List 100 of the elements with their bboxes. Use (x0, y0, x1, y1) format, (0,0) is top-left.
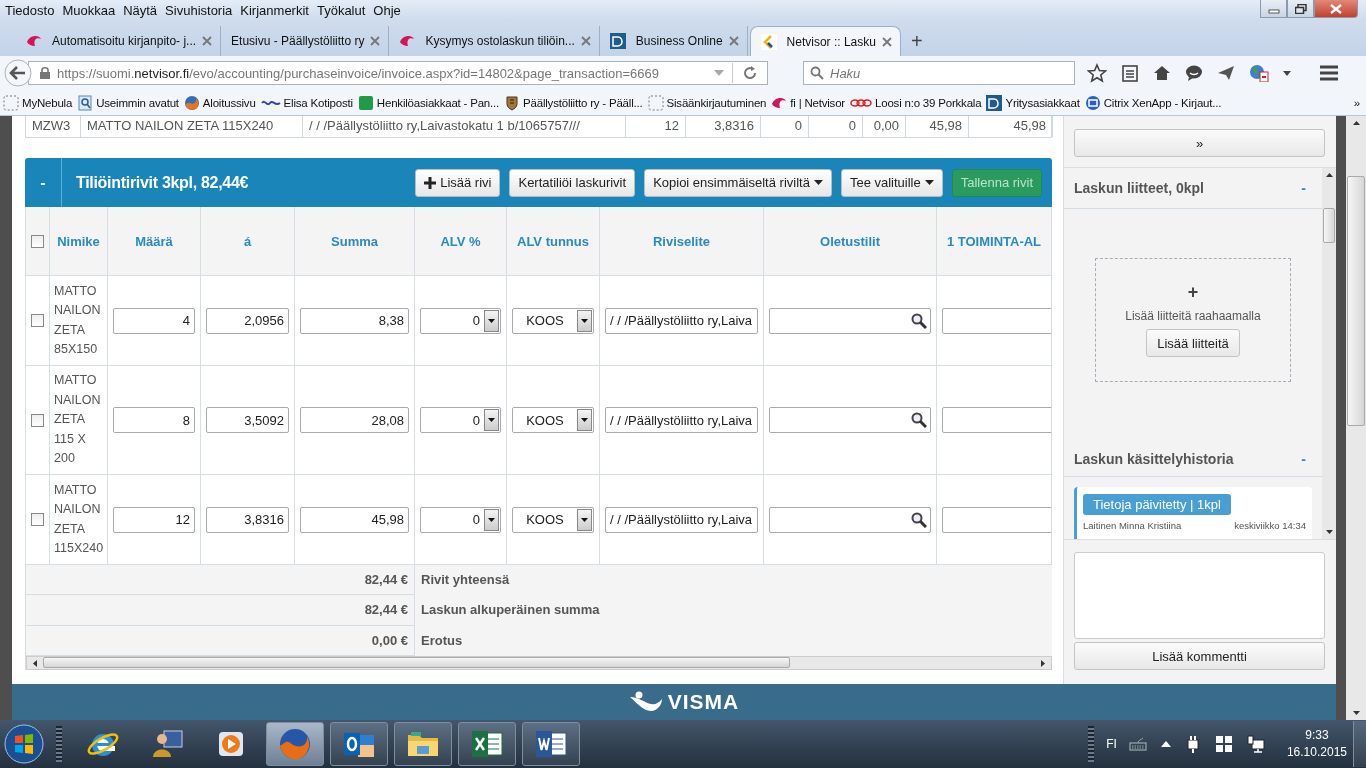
search-icon[interactable] (911, 412, 927, 428)
bookmark-item[interactable]: Elisa Kotiposti (260, 96, 353, 109)
start-button-icon[interactable] (4, 724, 44, 764)
vat-code-select[interactable]: KOOS (512, 407, 594, 433)
description-field[interactable]: / / /Päällystöliitto ry,Laiva (605, 506, 758, 533)
row-checkbox[interactable] (31, 314, 44, 327)
menu-item[interactable]: Sivuhistoria (162, 2, 238, 18)
bookmark-star-icon[interactable] (1087, 63, 1107, 83)
browser-tab[interactable]: Netvisor :: Lasku (749, 26, 901, 56)
vertical-scrollbar[interactable] (1322, 168, 1336, 539)
menu-item[interactable]: Kirjanmerkit (237, 2, 314, 18)
add-row-button[interactable]: Lisää rivi (415, 168, 501, 197)
paper-plane-icon[interactable] (1217, 64, 1235, 82)
close-tab-icon[interactable] (881, 36, 892, 47)
reading-list-icon[interactable] (1121, 64, 1139, 82)
column-header[interactable]: ALV % (440, 233, 481, 249)
scroll-left-icon[interactable] (33, 659, 37, 667)
account-lookup-field[interactable] (769, 407, 931, 433)
bookmark-item[interactable]: MyNebula (3, 94, 73, 111)
scrollbar-thumb[interactable] (1347, 176, 1365, 426)
bookmark-item[interactable]: Citrix XenApp - Kirjaut... (1084, 94, 1222, 111)
dropdown-button[interactable]: Tee valituille (840, 168, 943, 197)
close-button[interactable] (1314, 0, 1358, 18)
taskbar-button[interactable] (330, 722, 388, 766)
menu-item[interactable]: Näytä (120, 2, 163, 18)
bookmark-item[interactable]: Useimmin avatut (77, 94, 179, 111)
new-tab-button[interactable]: + (900, 26, 933, 56)
power-icon[interactable] (1184, 735, 1201, 753)
reload-icon[interactable] (743, 66, 757, 80)
scroll-right-icon[interactable] (1041, 659, 1045, 667)
show-hidden-icon[interactable] (1160, 741, 1171, 747)
scroll-down-icon[interactable] (1325, 530, 1333, 534)
description-field[interactable]: / / /Päällystöliitto ry,Laiva (605, 407, 758, 433)
taskbar-grip[interactable] (56, 726, 62, 762)
search-icon[interactable] (911, 312, 927, 329)
taskbar-button[interactable] (522, 722, 580, 766)
bookmark-item[interactable]: Loosi n:o 39 Porkkala (850, 96, 982, 109)
vertical-scrollbar[interactable] (1346, 116, 1366, 720)
scrollbar-thumb[interactable] (43, 657, 790, 668)
select-all-checkbox[interactable] (31, 234, 44, 248)
drop-zone[interactable]: + Lisää liitteitä raahaamalla Lisää liitteitä (1095, 258, 1291, 382)
taskbar-button[interactable] (458, 722, 516, 766)
clock[interactable]: 9:33 16.10.2015 (1286, 727, 1347, 761)
home-icon[interactable] (1153, 64, 1171, 82)
show-desktop-button[interactable] (1353, 721, 1366, 767)
close-tab-icon[interactable] (580, 36, 591, 46)
bookmark-item[interactable]: Aloitussivu (183, 94, 256, 111)
search-icon[interactable] (911, 511, 927, 528)
back-button-icon[interactable] (4, 59, 32, 87)
dimension-field[interactable] (942, 307, 1051, 334)
keyboard-icon[interactable] (1128, 737, 1147, 751)
taskbar-grip[interactable] (1088, 726, 1095, 762)
menu-icon[interactable] (1319, 65, 1339, 81)
unit-price-field[interactable]: 3,8316 (206, 506, 289, 533)
comment-field[interactable] (1074, 552, 1325, 639)
sum-field[interactable]: 45,98 (300, 506, 409, 533)
vat-percent-select[interactable]: 0 (420, 506, 501, 533)
horizontal-scrollbar[interactable] (26, 656, 1052, 670)
action-button[interactable]: Kertatiliöi laskurivit (509, 168, 636, 197)
more-bookmarks-button[interactable]: » (1353, 96, 1360, 109)
bookmark-item[interactable]: fi | Netvisor (771, 94, 845, 111)
bookmark-item[interactable]: Yritysasiakkaat (986, 94, 1080, 111)
row-checkbox[interactable] (31, 513, 44, 526)
scroll-down-icon[interactable] (1352, 711, 1360, 715)
vat-code-select[interactable]: KOOS (512, 506, 594, 533)
dimension-field[interactable] (942, 506, 1051, 533)
restore-button[interactable] (1287, 0, 1314, 18)
menu-item[interactable]: Ohje (370, 2, 406, 18)
bookmark-item[interactable]: Henkilöasiakkaat - Pan... (357, 94, 500, 111)
column-header[interactable]: 1 TOIMINTA-AL (946, 233, 1042, 249)
network-icon[interactable] (1246, 735, 1265, 753)
scroll-up-icon[interactable] (1352, 121, 1360, 125)
row-checkbox[interactable] (31, 413, 44, 427)
dropdown-caret-icon[interactable] (1283, 70, 1291, 76)
language-indicator[interactable]: FI (1106, 737, 1117, 751)
close-tab-icon[interactable] (370, 36, 381, 46)
quantity-field[interactable]: 8 (113, 407, 195, 433)
column-header[interactable]: Riviselite (652, 233, 711, 249)
scrollbar-thumb[interactable] (1323, 208, 1335, 243)
add-attachment-button[interactable]: Lisää liitteitä (1146, 329, 1240, 357)
bookmark-item[interactable]: Päällystöliitto ry - Pääll... (504, 94, 643, 111)
search-field[interactable]: Haku (803, 61, 1075, 85)
quantity-field[interactable]: 12 (113, 506, 195, 533)
expand-button[interactable]: » (1074, 129, 1325, 157)
add-comment-button[interactable]: Lisää kommentti (1074, 642, 1325, 670)
globe-document-icon[interactable] (1249, 64, 1269, 82)
vat-percent-select[interactable]: 0 (420, 407, 501, 433)
close-tab-icon[interactable] (202, 36, 213, 46)
account-lookup-field[interactable] (769, 307, 931, 334)
taskbar-button[interactable] (394, 722, 452, 766)
dimension-field[interactable] (942, 407, 1051, 433)
description-field[interactable]: / / /Päällystöliitto ry,Laiva (605, 307, 758, 334)
account-lookup-field[interactable] (769, 506, 931, 533)
chat-bubble-icon[interactable] (1185, 64, 1203, 82)
unit-price-field[interactable]: 2,0956 (206, 307, 289, 334)
scroll-up-icon[interactable] (1325, 173, 1333, 177)
quantity-field[interactable]: 4 (113, 307, 195, 334)
menu-item[interactable]: Työkalut (313, 2, 371, 18)
vat-percent-select[interactable]: 0 (420, 307, 501, 334)
address-bar[interactable]: https://suomi.netvisor.fi/evo/accounting/purchaseinvoice/invoice.aspx?id=14802&page_transaction=6669 (28, 61, 768, 85)
